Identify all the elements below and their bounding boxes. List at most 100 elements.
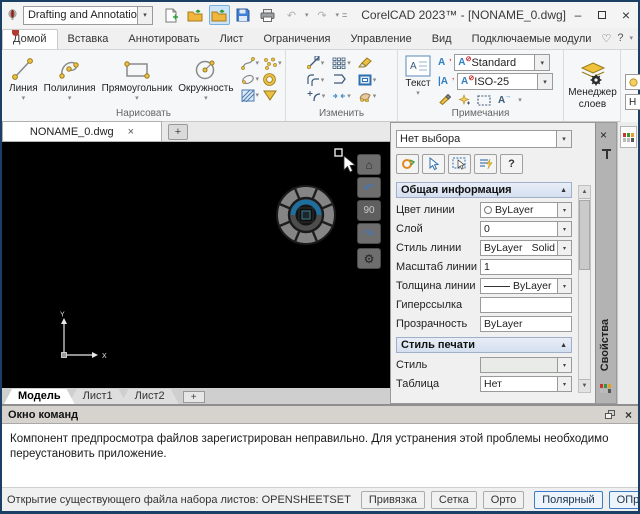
tab-annotate[interactable]: Аннотировать: [118, 30, 209, 49]
tab-manage[interactable]: Управление: [341, 30, 422, 49]
properties-scrollbar[interactable]: ▲ ▼: [578, 185, 591, 393]
points-caret[interactable]: ▾: [278, 59, 282, 67]
toggle-grid[interactable]: Сетка: [431, 491, 477, 509]
rectangle-tool-caret[interactable]: ▾: [135, 94, 139, 102]
text-flip-icon[interactable]: A→: [498, 95, 511, 106]
navigation-wheel[interactable]: [274, 183, 338, 247]
toggle-esnap[interactable]: ОПривязка: [609, 491, 638, 509]
selection-filter-select[interactable]: Нет выбора ▾: [396, 130, 572, 148]
text-style-select[interactable]: A⊘ Standard ▾: [454, 54, 550, 71]
section-print-collapse-icon[interactable]: ▲: [560, 342, 567, 349]
undo-history-caret[interactable]: ▾: [305, 11, 309, 19]
toggle-ortho[interactable]: Орто: [483, 491, 524, 509]
select-cursor-button[interactable]: [422, 154, 445, 174]
array-caret[interactable]: ▾: [347, 59, 351, 67]
hyperlink-input[interactable]: [480, 297, 572, 313]
help-button[interactable]: ?: [617, 32, 623, 44]
printtable-select[interactable]: Нет ▾: [480, 376, 572, 392]
edit-points-tool[interactable]: ▾: [358, 90, 377, 102]
circle-tool-caret[interactable]: ▾: [204, 94, 208, 102]
ellipse-caret[interactable]: ▾: [256, 75, 260, 83]
command-float-icon[interactable]: [605, 410, 615, 419]
wheel-settings-button[interactable]: ⚙: [357, 248, 381, 269]
polygon-tool[interactable]: [263, 89, 282, 102]
pattern-tool[interactable]: ▾: [332, 56, 351, 69]
pin-icon[interactable]: [602, 149, 611, 160]
properties-close-icon[interactable]: ×: [600, 128, 607, 142]
dimension-tool-icon[interactable]: |A,: [438, 76, 454, 87]
dim-style-caret[interactable]: ▾: [537, 74, 552, 89]
hatch-tool[interactable]: ▾: [241, 89, 260, 102]
command-history[interactable]: Компонент предпросмотра файлов зарегистр…: [2, 424, 638, 462]
dim-style-select[interactable]: A⊘ ISO-25 ▾: [457, 73, 553, 90]
tab-insert[interactable]: Вставка: [58, 30, 119, 49]
hatch-caret[interactable]: ▾: [256, 91, 260, 99]
rotate-angle-button[interactable]: 90: [357, 200, 381, 221]
linecolor-caret[interactable]: ▾: [557, 203, 571, 217]
redo-history-caret[interactable]: ▾: [335, 11, 339, 19]
section-general-collapse-icon[interactable]: ▲: [560, 187, 567, 194]
ribbon-options-caret[interactable]: ▾: [629, 34, 633, 42]
marquee-select-button[interactable]: [448, 154, 471, 174]
text-style-caret[interactable]: ▾: [534, 55, 549, 70]
tab-sheet2[interactable]: Лист2: [121, 389, 179, 404]
line-tool[interactable]: Линия ▾: [6, 55, 41, 103]
linestyle-caret[interactable]: ▾: [557, 241, 571, 255]
pencil-icon[interactable]: [438, 94, 451, 106]
text-tool[interactable]: A Текст ▾: [402, 54, 434, 98]
circle-tool[interactable]: Окружность ▾: [175, 55, 236, 103]
spline-caret[interactable]: ▾: [256, 59, 260, 67]
delete-tool[interactable]: [358, 56, 377, 69]
scroll-up-icon[interactable]: ▲: [579, 186, 590, 199]
import-file-button[interactable]: [209, 5, 230, 25]
ellipse-tool[interactable]: ▾: [241, 73, 260, 86]
linecolor-select[interactable]: ByLayer ▾: [480, 202, 572, 218]
drawing-canvas[interactable]: ⌂ ↶ 90 ↷ ⚙ Y X: [2, 142, 390, 388]
minimize-button[interactable]: –: [566, 5, 590, 25]
quick-select-button[interactable]: [474, 154, 497, 174]
stretch-caret[interactable]: ▾: [347, 92, 351, 100]
maximize-button[interactable]: [590, 5, 614, 25]
linestyle-select[interactable]: ByLayer Solid ▾: [480, 240, 572, 256]
offset-tool[interactable]: ▾: [307, 73, 326, 86]
reshape-tool[interactable]: [332, 73, 351, 86]
save-button[interactable]: [233, 5, 254, 25]
command-close-icon[interactable]: ×: [625, 408, 632, 422]
tab-model[interactable]: Модель: [4, 389, 75, 404]
layer-caret[interactable]: ▾: [557, 222, 571, 236]
properties-help-button[interactable]: ?: [500, 154, 523, 174]
home-view-button[interactable]: ⌂: [357, 154, 381, 175]
tab-plugins[interactable]: Подключаемые модули: [462, 30, 602, 49]
boundary-icon[interactable]: [477, 95, 491, 106]
new-document-tab-button[interactable]: +: [168, 124, 188, 140]
workspace-select[interactable]: Drafting and Annotation ▾: [23, 6, 153, 25]
customize-quick-access-icon[interactable]: =: [342, 10, 347, 20]
text-tool-caret[interactable]: ▾: [416, 89, 420, 97]
scrollbar-thumb[interactable]: [579, 200, 590, 270]
document-tab[interactable]: NONAME_0.dwg ×: [2, 121, 162, 141]
transparency-input[interactable]: ByLayer: [480, 316, 572, 332]
tab-sheet1[interactable]: Лист1: [69, 389, 127, 404]
move-caret[interactable]: ▾: [321, 59, 325, 67]
layer-state-partial[interactable]: [625, 74, 640, 90]
layer-select[interactable]: 0 ▾: [480, 221, 572, 237]
polyline-tool[interactable]: Полилиния ▾: [41, 55, 99, 103]
lineweight-select[interactable]: ByLayer ▾: [480, 278, 572, 294]
toggle-snap[interactable]: Привязка: [361, 491, 425, 509]
layer-name-partial[interactable]: Н: [625, 94, 640, 110]
new-drawing-button[interactable]: [161, 5, 182, 25]
lineweight-caret[interactable]: ▾: [557, 279, 571, 293]
point-tool[interactable]: ▾: [263, 57, 282, 70]
section-print-header[interactable]: Стиль печати ▲: [396, 337, 572, 353]
selection-filter-caret[interactable]: ▾: [556, 131, 571, 147]
note-tool-icon[interactable]: A,: [438, 57, 451, 68]
tab-view[interactable]: Вид: [422, 30, 462, 49]
grip-caret[interactable]: ▾: [373, 92, 377, 100]
ring-tool[interactable]: [263, 73, 282, 86]
open-file-button[interactable]: [185, 5, 206, 25]
tab-sheet[interactable]: Лист: [210, 30, 254, 49]
favorite-heart-icon[interactable]: ♡: [601, 32, 611, 45]
print-button[interactable]: [257, 5, 278, 25]
toggle-polar[interactable]: Полярный: [534, 491, 602, 509]
anno-extra-caret[interactable]: ▾: [518, 96, 522, 104]
